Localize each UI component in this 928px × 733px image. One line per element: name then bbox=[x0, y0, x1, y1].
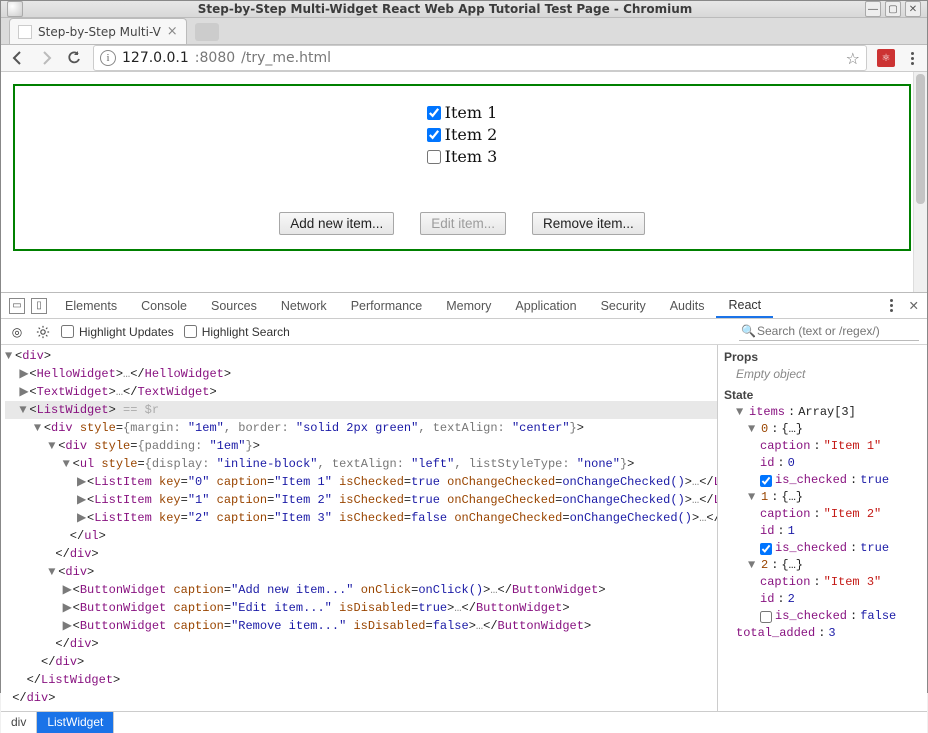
devtools-tab-react[interactable]: React bbox=[716, 293, 773, 318]
component-breadcrumb: div ListWidget bbox=[1, 711, 927, 733]
devtools-tab-audits[interactable]: Audits bbox=[658, 293, 717, 318]
list-item: Item 1 bbox=[427, 102, 498, 124]
devtools-tab-sources[interactable]: Sources bbox=[199, 293, 269, 318]
devtools-close-icon[interactable]: ✕ bbox=[909, 298, 919, 313]
devtools-tab-console[interactable]: Console bbox=[129, 293, 199, 318]
state-is-checked-toggle[interactable] bbox=[760, 475, 772, 487]
reload-button[interactable] bbox=[65, 49, 83, 67]
item-label: Item 1 bbox=[445, 102, 498, 124]
window-title: Step-by-Step Multi-Widget React Web App … bbox=[29, 2, 861, 16]
list-widget-frame: Item 1 Item 2 Item 3 Add new item... Edi… bbox=[13, 84, 911, 251]
highlight-updates-label: Highlight Updates bbox=[79, 325, 174, 339]
browser-tab-strip: Step-by-Step Multi-V × bbox=[1, 18, 927, 45]
state-is-checked-toggle[interactable] bbox=[760, 611, 772, 623]
page-viewport: Item 1 Item 2 Item 3 Add new item... Edi… bbox=[1, 72, 927, 292]
devtools-tab-network[interactable]: Network bbox=[269, 293, 339, 318]
browser-tab[interactable]: Step-by-Step Multi-V × bbox=[9, 18, 187, 44]
component-search-input[interactable] bbox=[739, 322, 919, 341]
bookmark-star-icon[interactable]: ☆ bbox=[846, 49, 860, 68]
window-minimize-button[interactable]: ― bbox=[865, 1, 881, 17]
edit-item-button[interactable]: Edit item... bbox=[420, 212, 506, 235]
inspect-element-icon[interactable]: ▭ bbox=[9, 298, 25, 314]
item-checkbox[interactable] bbox=[427, 150, 441, 164]
add-item-button[interactable]: Add new item... bbox=[279, 212, 394, 235]
settings-gear-icon[interactable] bbox=[35, 324, 51, 340]
component-sidebar: PropsEmpty objectState▼items: Array[3]▼0… bbox=[717, 345, 927, 711]
devtools-panel: ▭ ▯ Elements Console Sources Network Per… bbox=[1, 292, 927, 733]
breadcrumb-item[interactable]: ListWidget bbox=[37, 712, 114, 733]
page-scrollbar[interactable] bbox=[913, 72, 927, 292]
url-port: :8080 bbox=[195, 50, 235, 66]
devtools-tab-security[interactable]: Security bbox=[589, 293, 658, 318]
address-bar[interactable]: i 127.0.0.1 :8080/try_me.html ☆ bbox=[93, 45, 867, 71]
device-toolbar-icon[interactable]: ▯ bbox=[31, 298, 47, 314]
devtools-tab-elements[interactable]: Elements bbox=[53, 293, 129, 318]
browser-menu-button[interactable] bbox=[905, 52, 919, 65]
state-is-checked-toggle[interactable] bbox=[760, 543, 772, 555]
tab-close-icon[interactable]: × bbox=[167, 24, 178, 39]
react-devtools-toolbar: ◎ Highlight Updates Highlight Search 🔍 bbox=[1, 319, 927, 345]
react-devtools-extension-icon[interactable]: ⚛ bbox=[877, 49, 895, 67]
item-list: Item 1 Item 2 Item 3 bbox=[427, 102, 498, 168]
page-favicon-icon bbox=[18, 25, 32, 39]
back-button[interactable] bbox=[9, 49, 27, 67]
browser-tab-title: Step-by-Step Multi-V bbox=[38, 25, 161, 39]
devtools-tab-performance[interactable]: Performance bbox=[339, 293, 435, 318]
item-checkbox[interactable] bbox=[427, 106, 441, 120]
list-item: Item 3 bbox=[427, 146, 498, 168]
devtools-tab-application[interactable]: Application bbox=[503, 293, 588, 318]
chromium-app-icon bbox=[7, 1, 23, 17]
breadcrumb-item[interactable]: div bbox=[1, 712, 37, 733]
button-row: Add new item... Edit item... Remove item… bbox=[15, 178, 909, 249]
window-titlebar: Step-by-Step Multi-Widget React Web App … bbox=[1, 1, 927, 18]
window-maximize-button[interactable]: ▢ bbox=[885, 1, 901, 17]
url-path: /try_me.html bbox=[241, 50, 331, 66]
url-host: 127.0.0.1 bbox=[122, 50, 189, 66]
remove-item-button[interactable]: Remove item... bbox=[532, 212, 645, 235]
component-tree[interactable]: ▼<div> ▶<HelloWidget>…</HelloWidget> ▶<T… bbox=[1, 345, 717, 711]
item-checkbox[interactable] bbox=[427, 128, 441, 142]
component-search[interactable]: 🔍 bbox=[739, 322, 919, 341]
highlight-search-toggle[interactable]: Highlight Search bbox=[184, 325, 290, 339]
highlight-search-label: Highlight Search bbox=[202, 325, 290, 339]
devtools-tab-memory[interactable]: Memory bbox=[434, 293, 503, 318]
devtools-tabs: ▭ ▯ Elements Console Sources Network Per… bbox=[1, 293, 927, 319]
item-label: Item 3 bbox=[445, 146, 498, 168]
new-tab-button[interactable] bbox=[195, 23, 219, 41]
window-close-button[interactable]: ✕ bbox=[905, 1, 921, 17]
select-element-icon[interactable]: ◎ bbox=[9, 324, 25, 340]
highlight-updates-toggle[interactable]: Highlight Updates bbox=[61, 325, 174, 339]
forward-button[interactable] bbox=[37, 49, 55, 67]
browser-toolbar: i 127.0.0.1 :8080/try_me.html ☆ ⚛ bbox=[1, 45, 927, 72]
site-info-icon[interactable]: i bbox=[100, 50, 116, 66]
list-item: Item 2 bbox=[427, 124, 498, 146]
devtools-menu-button[interactable] bbox=[885, 299, 899, 312]
search-icon: 🔍 bbox=[741, 324, 756, 338]
item-label: Item 2 bbox=[445, 124, 498, 146]
